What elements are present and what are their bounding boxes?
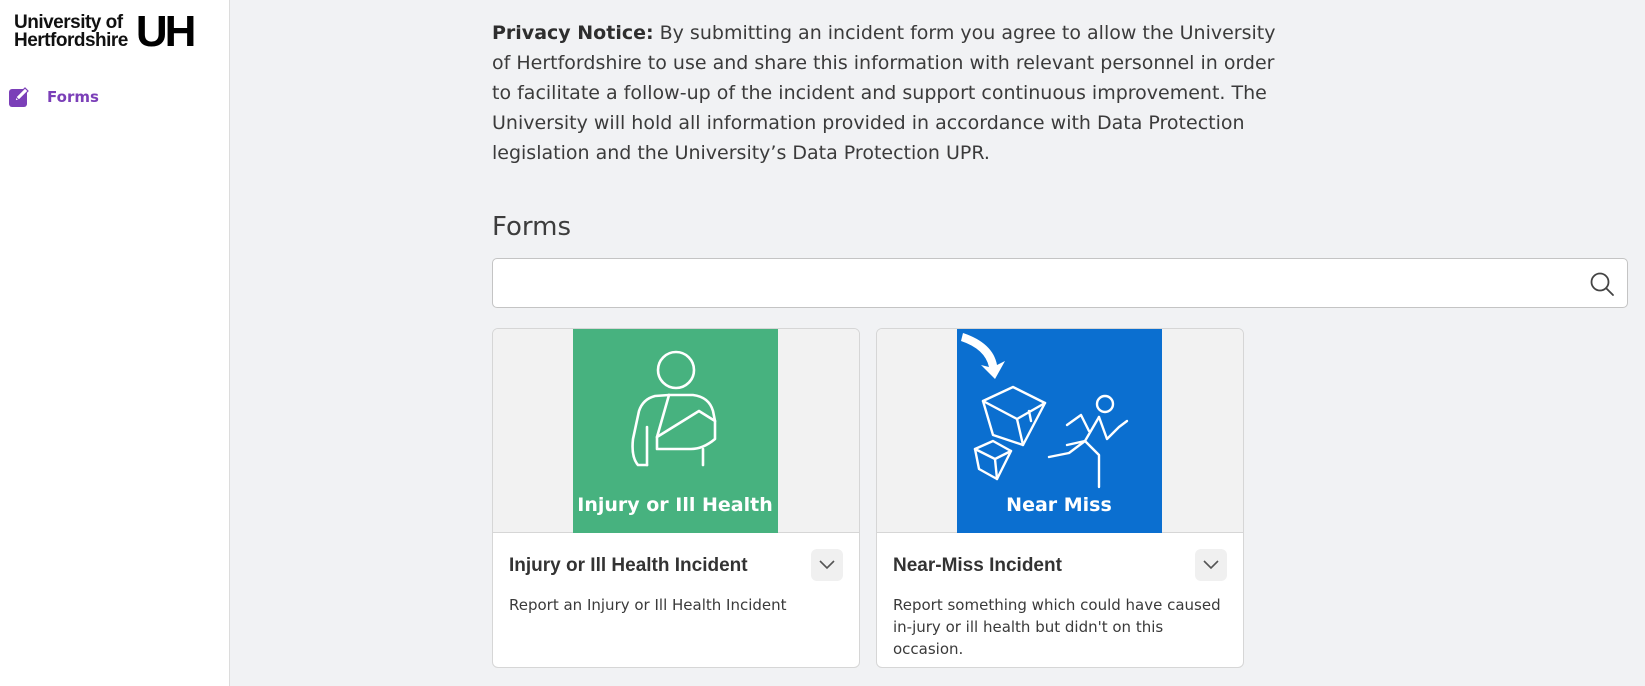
card-title: Injury or Ill Health Incident	[509, 555, 748, 576]
card-banner-text: Injury or Ill Health	[577, 494, 772, 516]
expand-button[interactable]	[811, 549, 843, 581]
search-bar	[492, 258, 1628, 308]
search-icon[interactable]	[1589, 271, 1615, 297]
sidebar-item-forms[interactable]: Forms	[8, 86, 99, 108]
card-description: Report something which could have caused…	[893, 596, 1221, 658]
form-card-injury[interactable]: Injury or Ill Health Injury or Ill Healt…	[492, 328, 860, 668]
privacy-notice: Privacy Notice: By submitting an inciden…	[492, 18, 1292, 168]
sidebar: University of Hertfordshire UH Forms	[0, 0, 230, 686]
search-input[interactable]	[493, 259, 1573, 307]
form-card-near-miss[interactable]: Near Miss Near-Miss Incident Report some…	[876, 328, 1244, 668]
card-title: Near-Miss Incident	[893, 555, 1062, 576]
card-description: Report an Injury or Ill Health Incident	[509, 596, 787, 614]
page-title: Forms	[492, 212, 572, 242]
privacy-notice-label: Privacy Notice:	[492, 22, 654, 44]
chevron-down-icon	[1203, 560, 1219, 570]
edit-icon	[9, 87, 29, 107]
card-banner: Near Miss	[877, 329, 1243, 533]
logo-line-2: Hertfordshire	[14, 30, 128, 51]
injury-illustration: Injury or Ill Health	[573, 329, 778, 533]
logo-mark: UH	[135, 7, 197, 56]
sidebar-item-label: Forms	[47, 88, 99, 106]
university-logo[interactable]: University of Hertfordshire UH	[14, 7, 197, 56]
card-banner: Injury or Ill Health	[493, 329, 859, 533]
near-miss-illustration: Near Miss	[957, 329, 1162, 533]
chevron-down-icon	[819, 560, 835, 570]
expand-button[interactable]	[1195, 549, 1227, 581]
card-banner-text: Near Miss	[1006, 494, 1112, 516]
